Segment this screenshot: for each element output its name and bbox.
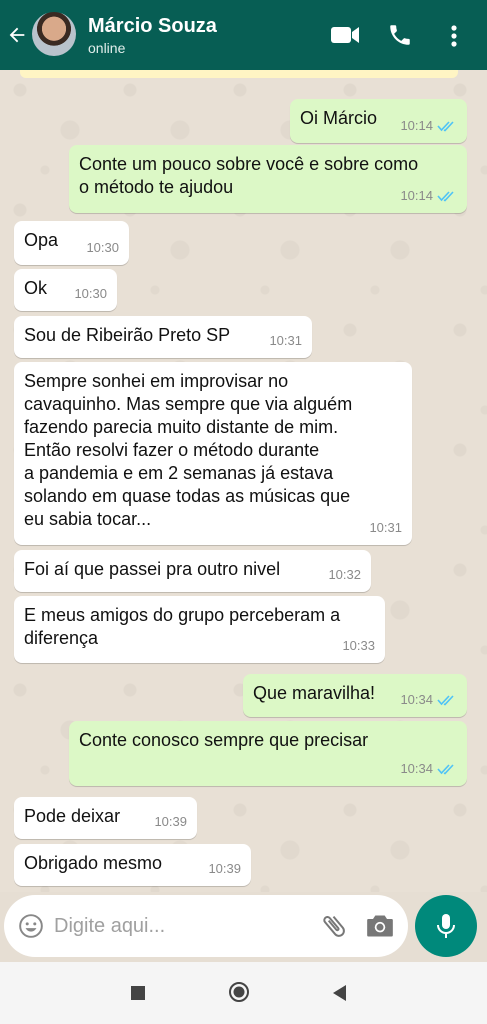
message-bubble-incoming[interactable]: Opa 10:30 — [14, 221, 129, 265]
message-text: E meus amigos do grupo perceberam a dife… — [24, 605, 341, 648]
avatar[interactable] — [32, 12, 76, 56]
message-text: Conte conosco sempre que precisar — [79, 730, 369, 750]
mic-button[interactable] — [415, 895, 477, 957]
phone-icon[interactable] — [387, 22, 413, 48]
message-bubble-incoming[interactable]: Sempre sonhei em improvisar no cavaquinh… — [14, 362, 412, 545]
more-options-icon[interactable] — [448, 24, 460, 48]
message-text: Sou de Ribeirão Preto SP — [24, 325, 231, 345]
message-input[interactable] — [54, 909, 309, 943]
message-time: 10:33 — [342, 638, 375, 653]
read-ticks-icon — [437, 190, 454, 201]
message-bubble-outgoing[interactable]: Conte um pouco sobre você e sobre como o… — [69, 145, 467, 213]
chat-area[interactable]: Oi Márcio 10:14 Conte um pouco sobre voc… — [0, 70, 487, 892]
message-time: 10:39 — [154, 814, 187, 829]
contact-status: online — [88, 40, 126, 56]
read-ticks-icon — [437, 763, 454, 774]
message-time: 10:31 — [369, 520, 402, 535]
read-ticks-icon — [437, 694, 454, 705]
read-ticks-icon — [437, 120, 454, 131]
message-bubble-incoming[interactable]: Ok 10:30 — [14, 269, 117, 311]
message-bubble-incoming[interactable]: Pode deixar 10:39 — [14, 797, 197, 839]
message-time: 10:32 — [328, 567, 361, 582]
message-bubble-outgoing[interactable]: Que maravilha! 10:34 — [243, 674, 467, 717]
message-bubble-incoming[interactable]: Sou de Ribeirão Preto SP 10:31 — [14, 316, 312, 358]
message-compose-bar — [4, 895, 408, 957]
message-text: Opa — [24, 230, 59, 250]
home-icon[interactable] — [228, 981, 250, 1003]
message-text: Conte um pouco sobre você e sobre como o… — [79, 154, 419, 197]
attach-icon[interactable] — [319, 911, 349, 941]
message-bubble-incoming[interactable]: E meus amigos do grupo perceberam a dife… — [14, 596, 385, 663]
message-text: Pode deixar — [24, 806, 121, 826]
message-bubble-incoming[interactable]: Obrigado mesmo 10:39 — [14, 844, 251, 886]
message-time: 10:39 — [208, 861, 241, 876]
message-time: 10:30 — [86, 240, 119, 255]
video-call-icon[interactable] — [330, 24, 360, 46]
message-time: 10:31 — [269, 333, 302, 348]
message-bubble-incoming[interactable]: Foi aí que passei pra outro nivel 10:32 — [14, 550, 371, 592]
message-text: Ok — [24, 278, 48, 298]
message-text: Oi Márcio — [300, 108, 378, 128]
message-text: Sempre sonhei em improvisar no cavaquinh… — [24, 371, 353, 529]
message-time: 10:34 — [400, 761, 433, 776]
back-arrow-icon[interactable] — [6, 24, 28, 46]
message-text: Foi aí que passei pra outro nivel — [24, 559, 281, 579]
mic-icon — [437, 914, 455, 938]
message-time: 10:14 — [400, 118, 433, 133]
back-icon[interactable] — [331, 984, 347, 1002]
recent-apps-icon[interactable] — [131, 986, 145, 1000]
camera-icon[interactable] — [366, 913, 394, 939]
message-time: 10:34 — [400, 692, 433, 707]
message-time: 10:30 — [74, 286, 107, 301]
message-text: Obrigado mesmo — [24, 853, 163, 873]
emoji-icon[interactable] — [18, 913, 44, 939]
chat-header: Márcio Souza online — [0, 0, 487, 70]
previous-message-edge — [20, 70, 458, 78]
contact-name[interactable]: Márcio Souza — [88, 15, 217, 38]
message-bubble-outgoing[interactable]: Oi Márcio 10:14 — [290, 99, 467, 143]
system-navigation-bar — [0, 962, 487, 1024]
message-bubble-outgoing[interactable]: Conte conosco sempre que precisar 10:34 — [69, 721, 467, 786]
message-time: 10:14 — [400, 188, 433, 203]
message-text: Que maravilha! — [253, 683, 376, 703]
